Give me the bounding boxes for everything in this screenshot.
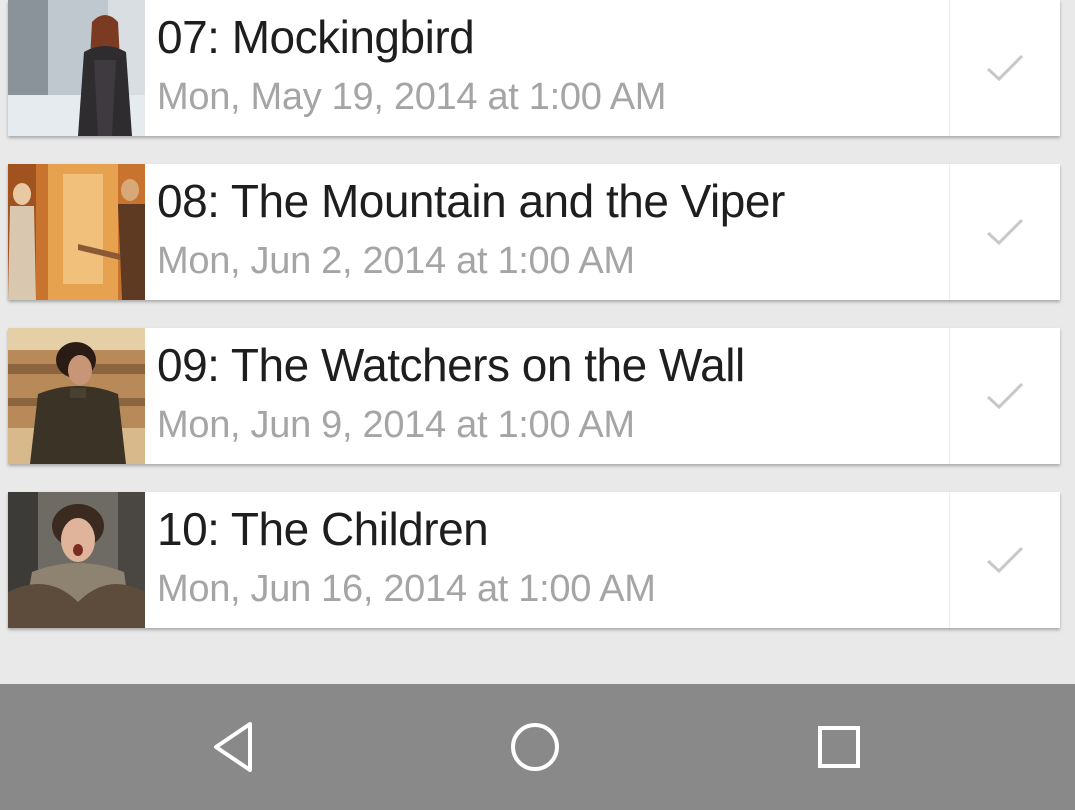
episode-air-date: Mon, Jun 16, 2014 at 1:00 AM	[157, 568, 656, 610]
episode-card[interactable]: 08: The Mountain and the Viper Mon, Jun …	[8, 164, 1060, 300]
woman-in-snow-thumbnail	[8, 0, 145, 136]
mark-watched-button[interactable]	[949, 0, 1060, 136]
episode-card[interactable]: 07: Mockingbird Mon, May 19, 2014 at 1:0…	[8, 0, 1060, 136]
episode-title: 09: The Watchers on the Wall	[157, 339, 745, 391]
episode-title: 07: Mockingbird	[157, 11, 475, 63]
episode-title: 08: The Mountain and the Viper	[157, 175, 785, 227]
mark-watched-button[interactable]	[949, 164, 1060, 300]
checkmark-icon	[986, 546, 1024, 574]
back-button[interactable]	[198, 712, 268, 782]
episode-air-date: Mon, Jun 2, 2014 at 1:00 AM	[157, 240, 635, 282]
episode-thumbnail[interactable]	[8, 0, 145, 136]
episode-thumbnail[interactable]	[8, 164, 145, 300]
episode-title: 10: The Children	[157, 503, 489, 555]
recents-square-icon	[818, 726, 860, 768]
home-circle-icon	[511, 723, 559, 771]
episode-air-date: Mon, May 19, 2014 at 1:00 AM	[157, 76, 667, 118]
episode-thumbnail[interactable]	[8, 492, 145, 628]
episode-text: 09: The Watchers on the Wall Mon, Jun 9,…	[145, 328, 949, 464]
episode-card[interactable]: 09: The Watchers on the Wall Mon, Jun 9,…	[8, 328, 1060, 464]
episode-thumbnail[interactable]	[8, 328, 145, 464]
back-triangle-icon	[214, 722, 252, 772]
man-in-dark-coat-thumbnail	[8, 328, 145, 464]
home-button[interactable]	[500, 712, 570, 782]
checkmark-icon	[986, 218, 1024, 246]
boy-shouting-thumbnail	[8, 492, 145, 628]
checkmark-icon	[986, 54, 1024, 82]
episode-text: 08: The Mountain and the Viper Mon, Jun …	[145, 164, 949, 300]
system-navigation-bar	[0, 684, 1075, 810]
episode-list: 07: Mockingbird Mon, May 19, 2014 at 1:0…	[0, 0, 1075, 684]
episode-text: 07: Mockingbird Mon, May 19, 2014 at 1:0…	[145, 0, 949, 136]
mark-watched-button[interactable]	[949, 328, 1060, 464]
episode-text: 10: The Children Mon, Jun 16, 2014 at 1:…	[145, 492, 949, 628]
warm-interior-scene-thumbnail	[8, 164, 145, 300]
checkmark-icon	[986, 382, 1024, 410]
episode-air-date: Mon, Jun 9, 2014 at 1:00 AM	[157, 404, 635, 446]
episode-card[interactable]: 10: The Children Mon, Jun 16, 2014 at 1:…	[8, 492, 1060, 628]
mark-watched-button[interactable]	[949, 492, 1060, 628]
recents-button[interactable]	[804, 712, 874, 782]
